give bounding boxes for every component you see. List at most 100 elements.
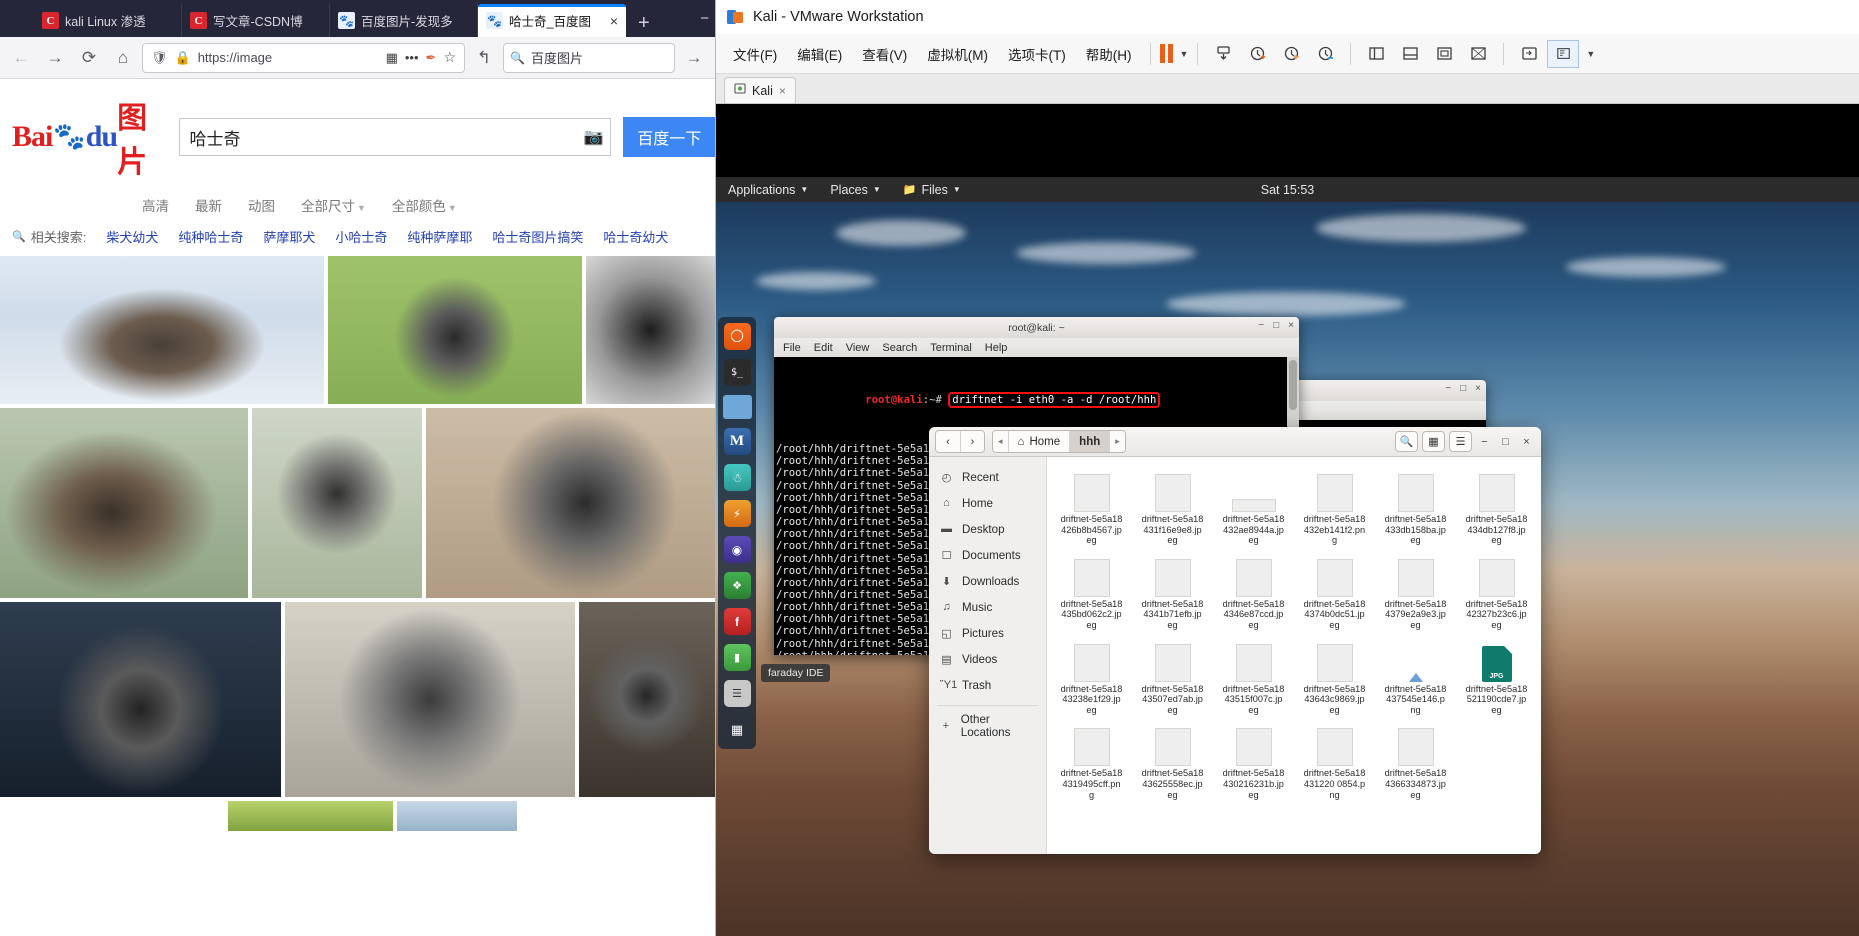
file-item[interactable]: driftnet-5e5a18435bd062c2.jpeg (1053, 551, 1130, 631)
sidebar-item-home[interactable]: ⌂ Home (929, 490, 1046, 516)
image-result[interactable] (579, 602, 715, 797)
filter-size[interactable]: 全部尺寸 ▼ (301, 195, 366, 215)
snapshot-take-icon[interactable] (1241, 40, 1273, 68)
file-item[interactable]: driftnet-5e5a18433db158ba.jpeg (1377, 466, 1454, 546)
sidebar-item-documents[interactable]: ☐ Documents (929, 542, 1046, 568)
search-go-button[interactable]: → (679, 44, 709, 72)
qr-code-icon[interactable]: ▦ (386, 50, 398, 66)
shield-icon[interactable]: 🛡 (151, 50, 168, 66)
text-editor-icon[interactable]: ☰ (723, 680, 751, 707)
split-view-icon[interactable] (1360, 40, 1392, 68)
preferences-icon[interactable] (1547, 39, 1580, 68)
snapshot-manage-icon[interactable] (1309, 40, 1341, 68)
breadcrumb-next[interactable]: ▸ (1109, 431, 1125, 452)
file-item[interactable]: driftnet-5e5a1843238e1f29.jpeg (1053, 636, 1130, 716)
sidebar-item-videos[interactable]: ▤ Videos (929, 646, 1046, 672)
beef-icon[interactable]: ⚡ (723, 500, 751, 527)
image-result[interactable] (285, 602, 575, 797)
clock[interactable]: Sat 15:53 (1261, 183, 1315, 197)
close-icon[interactable]: × (1288, 320, 1294, 331)
maximize-icon[interactable]: □ (1460, 383, 1466, 394)
file-item[interactable]: driftnet-5e5a1843625558ec.jpeg (1134, 720, 1211, 800)
more-icon[interactable]: ••• (405, 50, 419, 65)
related-search-link[interactable]: 哈士奇幼犬 (603, 227, 668, 246)
menu-terminal[interactable]: Terminal (930, 342, 972, 354)
sidebar-item-recent[interactable]: ◴ Recent (929, 464, 1046, 490)
image-result[interactable] (0, 256, 325, 404)
menu-edit[interactable]: Edit (814, 342, 833, 354)
metasploit-icon[interactable]: M (723, 428, 751, 455)
wireshark-icon[interactable]: ◉ (723, 536, 751, 563)
lock-icon[interactable]: 🔒 (175, 50, 191, 66)
terminal-icon[interactable]: $_ (723, 359, 751, 386)
faraday-icon[interactable]: f (723, 608, 751, 635)
camera-icon[interactable]: 📷 (584, 127, 604, 147)
places-menu[interactable]: Places ▼ (830, 183, 880, 197)
browser-tab-1[interactable]: C kali Linux 渗透 (34, 4, 182, 37)
file-item[interactable]: driftnet-5e5a18432eb141f2.png (1296, 466, 1373, 546)
menu-help[interactable]: 帮助(H) (1077, 39, 1141, 69)
minimize-icon[interactable]: − (1258, 320, 1264, 331)
close-icon[interactable]: × (1475, 383, 1481, 394)
baidu-logo[interactable]: Bai 🐾 du 图片 (12, 93, 167, 181)
filter-gif[interactable]: 动图 (248, 195, 275, 215)
related-search-link[interactable]: 纯种萨摩耶 (407, 227, 472, 246)
menu-vm[interactable]: 虚拟机(M) (918, 39, 997, 69)
forward-icon[interactable]: › (960, 431, 984, 452)
menu-view[interactable]: 查看(V) (853, 39, 916, 69)
hamburger-icon[interactable]: ☰ (1449, 431, 1472, 452)
back-icon[interactable]: ← (6, 44, 36, 72)
related-search-link[interactable]: 萨摩耶犬 (263, 227, 315, 246)
url-bar[interactable]: 🛡 🔒 https://image ▦ ••• ✒ ☆ (142, 42, 465, 73)
browser-tab-2[interactable]: C 写文章-CSDN博 (182, 4, 330, 37)
menu-file[interactable]: 文件(F) (724, 39, 786, 69)
minimize-button[interactable]: − (700, 10, 709, 27)
chevron-down-icon[interactable]: ▼ (1586, 49, 1595, 59)
breadcrumb-overflow[interactable]: ◂ (993, 431, 1008, 452)
search-icon[interactable]: 🔍 (1395, 431, 1418, 452)
baidu-search-input[interactable]: 哈士奇 (179, 118, 612, 156)
sidebar-item-other-locations[interactable]: + Other Locations (929, 713, 1046, 739)
files-icon[interactable] (722, 395, 752, 419)
window-controls[interactable]: − □ × (1258, 320, 1294, 331)
image-result[interactable] (0, 602, 281, 797)
home-icon[interactable]: ⌂ (108, 44, 138, 72)
maximize-icon[interactable]: □ (1497, 431, 1514, 452)
file-item[interactable]: driftnet-5e5a18432ae8944a.jpeg (1215, 466, 1292, 546)
file-item[interactable]: driftnet-5e5a1843515f007c.jpeg (1215, 636, 1292, 716)
related-search-link[interactable]: 哈士奇图片搞笑 (492, 227, 583, 246)
back-icon[interactable]: ‹ (936, 431, 960, 452)
file-item[interactable]: driftnet-5e5a18426b8b4567.jpeg (1053, 466, 1130, 546)
file-item[interactable]: driftnet-5e5a18431f16e9e8.jpeg (1134, 466, 1211, 546)
pocket-icon[interactable]: ✒ (426, 50, 437, 66)
file-item[interactable]: driftnet-5e5a18437545e146.png (1377, 636, 1454, 716)
menu-help[interactable]: Help (985, 342, 1008, 354)
bookmark-icon[interactable]: ☆ (443, 49, 456, 66)
file-item[interactable]: driftnet-5e5a184379e2a9e3.jpeg (1377, 551, 1454, 631)
image-result[interactable] (0, 408, 248, 598)
image-result[interactable] (328, 256, 582, 404)
related-search-link[interactable]: 纯种哈士奇 (178, 227, 243, 246)
filter-latest[interactable]: 最新 (195, 195, 222, 215)
menu-file[interactable]: File (783, 342, 801, 354)
file-item[interactable]: driftnet-5e5a184366334873.jpeg (1377, 720, 1454, 800)
firefox-icon[interactable]: 🌕 (723, 323, 751, 350)
menu-tabs[interactable]: 选项卡(T) (999, 39, 1075, 69)
file-manager-window[interactable]: ‹ › ◂ ⌂ Home hhh ▸ 🔍 ▦ ☰ − □ × ◴ Recent … (929, 427, 1541, 854)
image-result[interactable] (252, 408, 422, 598)
close-icon[interactable]: × (608, 13, 618, 29)
sidebar-item-downloads[interactable]: ⬇ Downloads (929, 568, 1046, 594)
grid-view-icon[interactable]: ▦ (1422, 431, 1445, 452)
reload-icon[interactable]: ⟳ (74, 44, 104, 72)
filter-hd[interactable]: 高清 (142, 195, 169, 215)
pause-icon[interactable] (1159, 44, 1173, 63)
file-item[interactable]: driftnet-5e5a1843643c9869.jpeg (1296, 636, 1373, 716)
snapshot-icon[interactable] (1207, 40, 1239, 68)
forward-icon[interactable]: → (40, 44, 70, 72)
close-icon[interactable]: × (779, 84, 786, 98)
vm-tab-kali[interactable]: Kali × (724, 77, 796, 103)
baidu-search-button[interactable]: 百度一下 (623, 117, 715, 157)
minimize-icon[interactable]: − (1476, 431, 1493, 452)
show-apps-icon[interactable]: ▦ (724, 716, 751, 743)
file-item[interactable]: driftnet-5e5a1842327b23c6.jpeg (1458, 551, 1535, 631)
